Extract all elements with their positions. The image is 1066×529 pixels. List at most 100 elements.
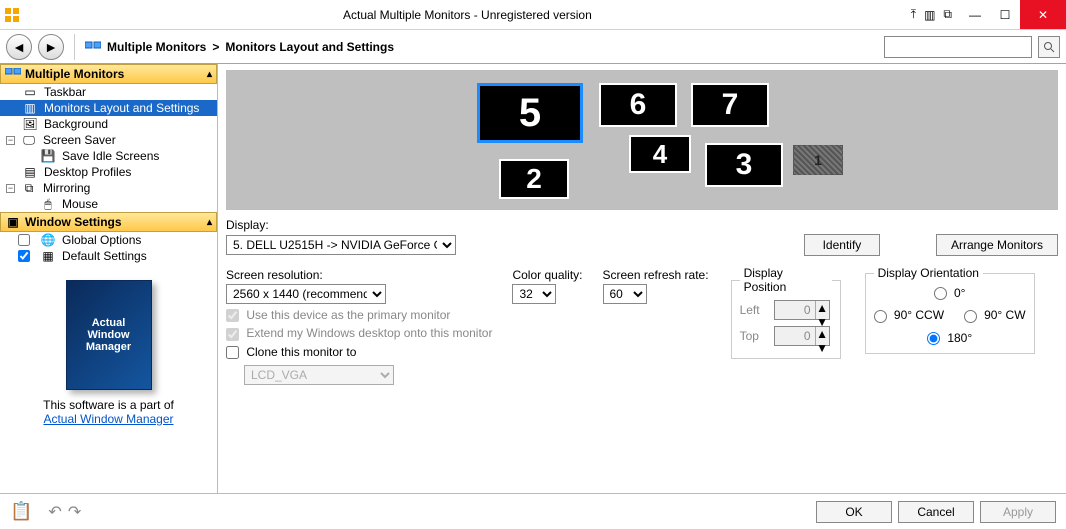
sidebar-header-window-settings[interactable]: ▣ Window Settings ▴ xyxy=(0,212,217,232)
primary-monitor-checkbox xyxy=(226,309,239,322)
collapse-icon[interactable]: − xyxy=(6,136,15,145)
clone-checkbox-row[interactable]: Clone this monitor to xyxy=(226,345,492,359)
toolbar: ◄ ► Multiple Monitors > Monitors Layout … xyxy=(0,30,1066,64)
ok-button[interactable]: OK xyxy=(816,501,892,523)
breadcrumb[interactable]: Multiple Monitors > Monitors Layout and … xyxy=(107,40,394,54)
resolution-select[interactable]: 2560 x 1440 (recommended) xyxy=(226,284,386,304)
resolution-label: Screen resolution: xyxy=(226,268,492,282)
monitor-3[interactable]: 3 xyxy=(705,143,783,187)
sidebar-item-mirroring[interactable]: − ⧉ Mirroring xyxy=(0,180,217,196)
monitor-5[interactable]: 5 xyxy=(477,83,583,143)
default-settings-checkbox[interactable] xyxy=(18,250,30,262)
clone-checkbox[interactable] xyxy=(226,346,239,359)
display-orientation-group: Display Orientation 0° 90° CCW 90° CW 18… xyxy=(865,266,1035,354)
search-icon xyxy=(1043,41,1055,53)
window-title: Actual Multiple Monitors - Unregistered … xyxy=(24,8,911,22)
color-quality-label: Color quality: xyxy=(512,268,582,282)
display-position-legend: Display Position xyxy=(740,266,832,294)
titlebar-extra-icon-2[interactable]: ▥ xyxy=(924,8,935,22)
chevron-up-icon: ▴ xyxy=(207,69,212,80)
profiles-icon: ▤ xyxy=(22,165,38,179)
monitor-2[interactable]: 2 xyxy=(499,159,569,199)
monitor-1[interactable]: 1 xyxy=(793,145,843,175)
display-label: Display: xyxy=(226,218,1058,232)
orient-90cw-radio[interactable]: 90° CW xyxy=(964,308,1026,322)
help-icon[interactable]: 📋 xyxy=(10,501,32,522)
monitor-4[interactable]: 4 xyxy=(629,135,691,173)
sidebar: Multiple Monitors ▴ ▭ Taskbar ▥ Monitors… xyxy=(0,64,218,493)
identify-button[interactable]: Identify xyxy=(804,234,880,256)
promo-box-image: Actual Window Manager xyxy=(66,280,152,390)
refresh-rate-select[interactable]: 60 xyxy=(603,284,647,304)
sidebar-item-profiles[interactable]: ▤ Desktop Profiles xyxy=(0,164,217,180)
titlebar: Actual Multiple Monitors - Unregistered … xyxy=(0,0,1066,30)
apply-button[interactable]: Apply xyxy=(980,501,1056,523)
close-button[interactable]: ✕ xyxy=(1020,0,1066,29)
titlebar-extra-icon-3[interactable]: ⧉ xyxy=(943,7,952,22)
spinner-down-icon: ▼ xyxy=(816,341,829,355)
sidebar-header-label: Multiple Monitors xyxy=(25,67,124,81)
orient-90ccw-radio[interactable]: 90° CCW xyxy=(874,308,944,322)
sidebar-item-mouse[interactable]: 🖱 Mouse xyxy=(0,196,217,212)
sidebar-item-layout[interactable]: ▥ Monitors Layout and Settings xyxy=(0,100,217,116)
sidebar-item-default[interactable]: ▦ Default Settings xyxy=(0,248,217,264)
footer: 📋 ↶ ↷ OK Cancel Apply xyxy=(0,493,1066,529)
sidebar-item-save-idle[interactable]: 💾 Save Idle Screens xyxy=(0,148,217,164)
window-settings-icon: ▣ xyxy=(5,215,21,229)
clone-target-select: LCD_VGA xyxy=(244,365,394,385)
promo-text: This software is a part of xyxy=(10,398,207,412)
spinner-up-icon: ▲ xyxy=(816,301,829,315)
monitor-layout-canvas[interactable]: 56743 2 1 xyxy=(226,70,1058,210)
global-options-checkbox[interactable] xyxy=(18,234,30,246)
pos-top-spinner: ▲▼ xyxy=(774,326,830,346)
breadcrumb-icon xyxy=(85,40,101,54)
background-icon: 🖼 xyxy=(22,117,38,131)
forward-button[interactable]: ► xyxy=(38,34,64,60)
breadcrumb-root[interactable]: Multiple Monitors xyxy=(107,40,206,54)
collapse-icon[interactable]: − xyxy=(6,184,15,193)
sidebar-item-screensaver[interactable]: − 🖵 Screen Saver xyxy=(0,132,217,148)
globe-icon: 🌐 xyxy=(40,233,56,247)
arrange-button[interactable]: Arrange Monitors xyxy=(936,234,1058,256)
extend-desktop-checkbox-row: Extend my Windows desktop onto this moni… xyxy=(226,326,492,340)
display-position-group: Display Position Left ▲▼ Top ▲▼ xyxy=(731,266,841,359)
breadcrumb-leaf[interactable]: Monitors Layout and Settings xyxy=(225,40,394,54)
orient-180-radio[interactable]: 180° xyxy=(927,331,972,345)
redo-icon[interactable]: ↷ xyxy=(68,502,81,522)
app-icon xyxy=(0,8,24,22)
sidebar-item-taskbar[interactable]: ▭ Taskbar xyxy=(0,84,217,100)
pos-left-spinner: ▲▼ xyxy=(774,300,830,320)
promo-link[interactable]: Actual Window Manager xyxy=(43,412,173,426)
sidebar-item-background[interactable]: 🖼 Background xyxy=(0,116,217,132)
search-input[interactable] xyxy=(884,36,1032,58)
refresh-rate-label: Screen refresh rate: xyxy=(603,268,709,282)
minimize-button[interactable]: — xyxy=(960,0,990,29)
back-button[interactable]: ◄ xyxy=(6,34,32,60)
maximize-button[interactable]: ☐ xyxy=(990,0,1020,29)
monitor-6[interactable]: 6 xyxy=(599,83,677,127)
orient-0-radio[interactable]: 0° xyxy=(934,286,966,300)
monitors-icon xyxy=(5,67,21,81)
mouse-icon: 🖱 xyxy=(40,197,56,211)
display-select[interactable]: 5. DELL U2515H -> NVIDIA GeForce GTX 950 xyxy=(226,235,456,255)
pos-top-input xyxy=(775,327,815,345)
main-panel: 5674321 Display: 5. DELL U2515H -> NVIDI… xyxy=(218,64,1066,493)
chevron-up-icon: ▴ xyxy=(207,217,212,228)
cancel-button[interactable]: Cancel xyxy=(898,501,974,523)
display-orientation-legend: Display Orientation xyxy=(874,266,983,280)
pos-left-label: Left xyxy=(740,303,766,317)
spinner-up-icon: ▲ xyxy=(816,327,829,341)
save-icon: 💾 xyxy=(40,149,56,163)
monitor-7[interactable]: 7 xyxy=(691,83,769,127)
sidebar-item-global[interactable]: 🌐 Global Options xyxy=(0,232,217,248)
default-icon: ▦ xyxy=(40,249,56,263)
color-quality-select[interactable]: 32 xyxy=(512,284,556,304)
promo-panel: Actual Window Manager This software is a… xyxy=(0,274,217,432)
layout-icon: ▥ xyxy=(22,101,38,115)
undo-icon[interactable]: ↶ xyxy=(48,502,61,522)
titlebar-extra-icon-1[interactable]: ⤒ xyxy=(911,7,916,22)
sidebar-header-multiple-monitors[interactable]: Multiple Monitors ▴ xyxy=(0,64,217,84)
search-button[interactable] xyxy=(1038,36,1060,58)
screensaver-icon: 🖵 xyxy=(21,133,37,147)
taskbar-icon: ▭ xyxy=(22,85,38,99)
